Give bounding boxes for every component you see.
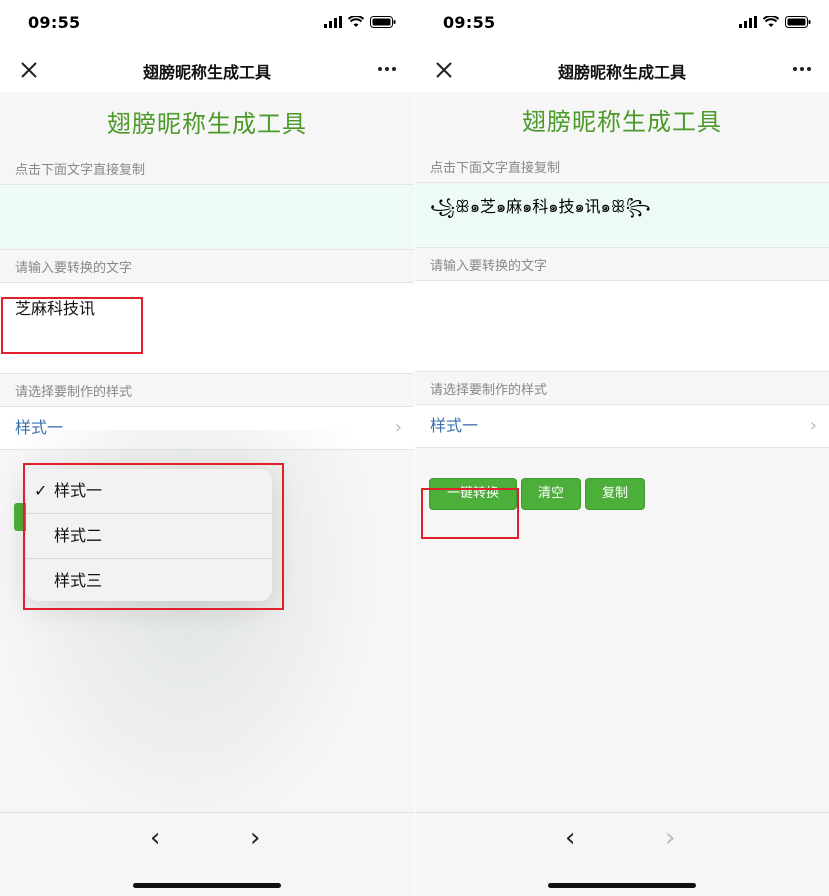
style-select-value: 样式一 bbox=[430, 416, 479, 435]
home-indicator bbox=[548, 883, 696, 888]
nav-title: 翅膀昵称生成工具 bbox=[557, 63, 686, 82]
back-icon[interactable]: ‹ bbox=[565, 823, 575, 853]
right-screen: 09:55 翅膀昵称生成工具 翅膀昵称生成工具 点击下面文字直接复制 ꧁ꕥ๑芝๑… bbox=[415, 0, 829, 896]
style-label: 请选择要制作的样式 bbox=[15, 385, 133, 400]
chevron-right-icon: › bbox=[809, 415, 817, 436]
status-time: 09:55 bbox=[28, 13, 81, 32]
copy-button[interactable]: 复制 bbox=[585, 478, 645, 510]
highlight-picker bbox=[23, 463, 284, 610]
highlight-input bbox=[1, 297, 143, 354]
app-title: 翅膀昵称生成工具 bbox=[107, 110, 307, 138]
bottom-toolbar: ‹ › bbox=[0, 812, 414, 896]
battery-icon bbox=[785, 16, 811, 28]
signal-icon bbox=[739, 16, 757, 28]
status-bar: 09:55 bbox=[415, 0, 829, 48]
forward-icon[interactable]: › bbox=[665, 823, 675, 853]
highlight-convert-button bbox=[421, 488, 519, 539]
clear-button[interactable]: 清空 bbox=[521, 478, 581, 510]
text-input[interactable] bbox=[415, 280, 829, 372]
status-icons bbox=[324, 16, 396, 28]
nav-title: 翅膀昵称生成工具 bbox=[142, 63, 271, 82]
more-icon[interactable] bbox=[378, 67, 396, 71]
style-select[interactable]: 样式一 › bbox=[415, 404, 829, 448]
output-text[interactable]: ꧁ꕥ๑芝๑麻๑科๑技๑讯๑ꕥ꧂ bbox=[415, 182, 829, 248]
output-label: 点击下面文字直接复制 bbox=[15, 163, 146, 178]
status-time: 09:55 bbox=[443, 13, 496, 32]
more-icon[interactable] bbox=[793, 67, 811, 71]
forward-icon[interactable]: › bbox=[250, 823, 260, 853]
wifi-icon bbox=[348, 16, 364, 27]
app-title: 翅膀昵称生成工具 bbox=[522, 108, 722, 136]
wifi-icon bbox=[763, 16, 779, 27]
main-content: 翅膀昵称生成工具 点击下面文字直接复制 请输入要转换的文字 芝麻科技讯 请选择要… bbox=[0, 92, 414, 450]
left-screen: 09:55 翅膀昵称生成工具 翅膀昵称生成工具 点击下面文字直接复制 请输入要转… bbox=[0, 0, 414, 896]
output-text[interactable] bbox=[0, 184, 414, 250]
status-icons bbox=[739, 16, 811, 28]
signal-icon bbox=[324, 16, 342, 28]
main-content: 翅膀昵称生成工具 点击下面文字直接复制 ꧁ꕥ๑芝๑麻๑科๑技๑讯๑ꕥ꧂ 请输入要… bbox=[415, 90, 829, 510]
battery-icon bbox=[370, 16, 396, 28]
input-label: 请输入要转换的文字 bbox=[430, 259, 548, 274]
home-indicator bbox=[133, 883, 281, 888]
nav-bar: 翅膀昵称生成工具 bbox=[415, 48, 829, 92]
status-bar: 09:55 bbox=[0, 0, 414, 48]
style-label: 请选择要制作的样式 bbox=[430, 383, 548, 398]
nav-bar: 翅膀昵称生成工具 bbox=[0, 48, 414, 92]
bottom-toolbar: ‹ › bbox=[415, 812, 829, 896]
back-icon[interactable]: ‹ bbox=[150, 823, 160, 853]
output-label: 点击下面文字直接复制 bbox=[430, 161, 561, 176]
input-label: 请输入要转换的文字 bbox=[15, 261, 133, 276]
